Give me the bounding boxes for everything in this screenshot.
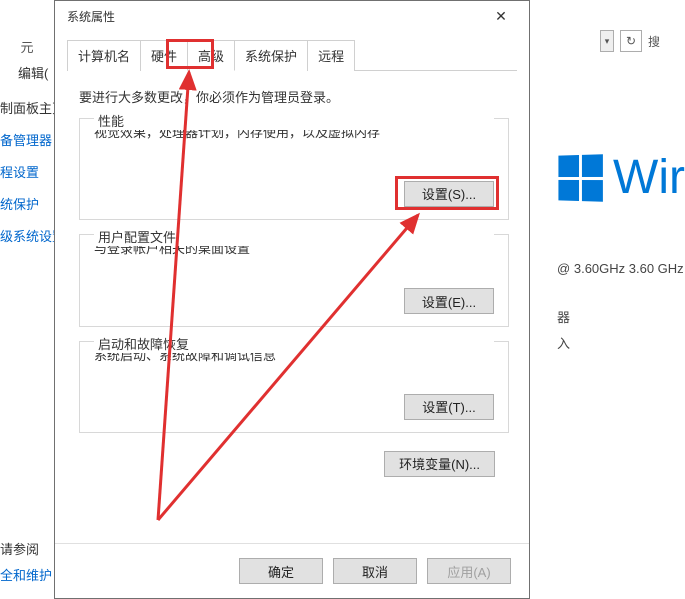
tab-remote[interactable]: 远程 bbox=[307, 40, 355, 71]
windows-logo-icon bbox=[558, 154, 602, 201]
user-profiles-legend: 用户配置文件 bbox=[94, 227, 494, 246]
titlebar: 系统属性 ✕ bbox=[55, 1, 529, 31]
refresh-button[interactable]: ↻ bbox=[620, 30, 642, 52]
user-profiles-settings-button[interactable]: 设置(E)... bbox=[404, 288, 494, 314]
address-dropdown-button[interactable]: ▾ bbox=[600, 30, 614, 52]
close-icon: ✕ bbox=[495, 8, 507, 25]
tab-hardware[interactable]: 硬件 bbox=[140, 40, 188, 71]
advanced-panel: 要进行大多数更改，你必须作为管理员登录。 性能 视觉效果，处理器计划，内存使用，… bbox=[55, 71, 529, 543]
ok-button[interactable]: 确定 bbox=[239, 558, 323, 584]
tabstrip: 计算机名 硬件 高级 系统保护 远程 bbox=[55, 31, 529, 70]
cat-item-1: 入 bbox=[557, 331, 685, 357]
user-profiles-group: 用户配置文件 与登录帐户相关的桌面设置 设置(E)... bbox=[79, 234, 509, 328]
cat-item-0: 器 bbox=[557, 305, 685, 331]
performance-settings-button[interactable]: 设置(S)... bbox=[404, 181, 494, 207]
chevron-down-icon: ▾ bbox=[605, 36, 610, 47]
admin-notice: 要进行大多数更改，你必须作为管理员登录。 bbox=[79, 87, 509, 106]
cancel-button[interactable]: 取消 bbox=[333, 558, 417, 584]
right-info-panel: Wir @ 3.60GHz 3.60 GHz 器 入 bbox=[557, 150, 685, 357]
search-label: 搜 bbox=[648, 33, 668, 50]
edit-menu[interactable]: 编辑( bbox=[18, 63, 48, 82]
see-also-heading: 请参阅 bbox=[0, 537, 52, 563]
apply-button[interactable]: 应用(A) bbox=[427, 558, 511, 584]
tab-computer-name[interactable]: 计算机名 bbox=[67, 40, 141, 71]
startup-recovery-group: 启动和故障恢复 系统启动、系统故障和调试信息 设置(T)... bbox=[79, 341, 509, 433]
startup-settings-button[interactable]: 设置(T)... bbox=[404, 394, 494, 420]
system-properties-dialog: 系统属性 ✕ 计算机名 硬件 高级 系统保护 远程 要进行大多数更改，你必须作为… bbox=[54, 0, 530, 599]
close-button[interactable]: ✕ bbox=[481, 2, 521, 30]
see-also: 请参阅 全和维护 bbox=[0, 537, 52, 589]
security-maintenance-link[interactable]: 全和维护 bbox=[0, 563, 52, 589]
tab-advanced[interactable]: 高级 bbox=[187, 40, 235, 71]
breadcrumb-suffix: 元 bbox=[0, 35, 54, 57]
cpu-spec: @ 3.60GHz 3.60 GHz bbox=[557, 257, 685, 281]
windows-logo: Wir bbox=[557, 150, 685, 205]
environment-variables-button[interactable]: 环境变量(N)... bbox=[384, 451, 495, 477]
startup-legend: 启动和故障恢复 bbox=[94, 334, 494, 353]
dialog-button-row: 确定 取消 应用(A) bbox=[55, 543, 529, 598]
tab-system-protection[interactable]: 系统保护 bbox=[234, 40, 308, 71]
windows-wordmark: Wir bbox=[613, 150, 685, 205]
dialog-title: 系统属性 bbox=[67, 8, 115, 25]
performance-legend: 性能 bbox=[94, 111, 494, 130]
refresh-icon: ↻ bbox=[626, 34, 636, 48]
performance-group: 性能 视觉效果，处理器计划，内存使用，以及虚拟内存 设置(S)... bbox=[79, 118, 509, 220]
